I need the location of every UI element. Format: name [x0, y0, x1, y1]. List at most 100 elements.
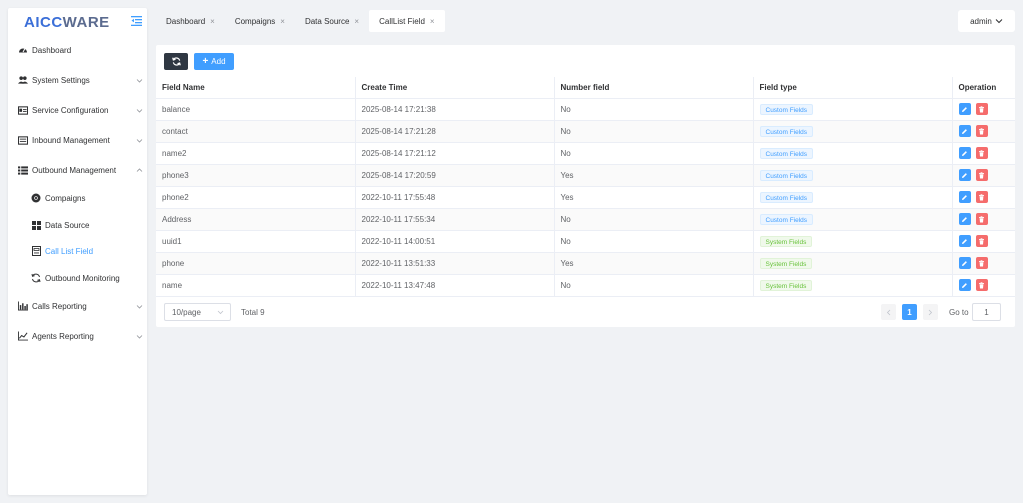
close-icon[interactable]: ×	[430, 17, 435, 26]
sidebar-item-dashboard[interactable]: Dashboard	[8, 40, 147, 60]
create-time-cell: 2022-10-11 13:51:33	[355, 252, 555, 275]
chevron-down-icon	[217, 310, 224, 315]
edit-button[interactable]	[958, 169, 971, 181]
delete-button[interactable]	[975, 169, 988, 181]
trash-icon	[979, 171, 984, 178]
sidebar-item-inbound-management[interactable]: Inbound Management	[8, 130, 147, 150]
edit-button[interactable]	[958, 191, 971, 203]
sidebar-subitem-call-list-field[interactable]: Call List Field	[8, 241, 147, 261]
field-type-cell: Custom Fields	[753, 142, 953, 165]
table-row: contact 2025-08-14 17:21:28 No Custom Field…	[156, 120, 1015, 143]
number-field-cell: No	[554, 98, 754, 121]
prev-page-button[interactable]	[881, 304, 896, 320]
tab-calllist-field[interactable]: CallList Field ×	[369, 10, 445, 32]
list-icon	[18, 165, 28, 175]
sidebar-item-service-configuration[interactable]: Service Configuration	[8, 100, 147, 120]
next-page-button[interactable]	[923, 304, 938, 320]
delete-button[interactable]	[975, 191, 988, 203]
column-header: Field type	[753, 77, 953, 99]
create-time-cell: 2022-10-11 17:55:34	[355, 208, 555, 231]
delete-button[interactable]	[975, 103, 988, 115]
field-name-cell: contact	[156, 120, 356, 143]
sidebar-item-calls-reporting[interactable]: Calls Reporting	[8, 296, 147, 316]
add-button[interactable]: + Add	[194, 53, 234, 70]
trash-icon	[979, 237, 984, 244]
operation-cell	[952, 142, 1015, 165]
user-menu[interactable]: admin	[958, 10, 1015, 32]
sidebar: AICCWARE Dashboard System Settings Servi…	[8, 8, 147, 495]
page-number[interactable]: 1	[902, 304, 917, 320]
edit-button[interactable]	[958, 257, 971, 269]
field-type-cell: Custom Fields	[753, 120, 953, 143]
edit-button[interactable]	[958, 147, 971, 159]
chevron-down-icon	[136, 304, 143, 309]
close-icon[interactable]: ×	[354, 17, 359, 26]
create-time-cell: 2025-08-14 17:20:59	[355, 164, 555, 187]
edit-button[interactable]	[958, 235, 971, 247]
chrome-icon	[31, 193, 41, 203]
operation-cell	[952, 274, 1015, 297]
operation-cell	[952, 120, 1015, 143]
plus-icon: +	[202, 55, 209, 67]
total-count: Total 9	[241, 308, 265, 317]
trash-icon	[979, 259, 984, 266]
delete-button[interactable]	[975, 257, 988, 269]
field-name-cell: name	[156, 274, 356, 297]
field-type-tag: Custom Fields	[759, 213, 814, 225]
operation-cell	[952, 230, 1015, 253]
menu-collapse-icon[interactable]	[131, 16, 142, 26]
edit-button[interactable]	[958, 279, 971, 291]
refresh-button[interactable]	[164, 53, 188, 70]
pencil-icon	[962, 106, 967, 112]
pencil-icon	[962, 282, 967, 288]
pencil-icon	[962, 194, 967, 200]
table-row: phone2 2022-10-11 17:55:48 Yes Custom Field…	[156, 186, 1015, 209]
pencil-icon	[962, 150, 967, 156]
field-name-cell: balance	[156, 98, 356, 121]
field-name-cell: phone	[156, 252, 356, 275]
chevron-down-icon	[136, 78, 143, 83]
field-name-cell: uuid1	[156, 230, 356, 253]
page-size-select[interactable]: 10/page	[164, 303, 231, 321]
delete-button[interactable]	[975, 235, 988, 247]
table-row: balance 2025-08-14 17:21:38 No Custom Field…	[156, 98, 1015, 121]
create-time-cell: 2025-08-14 17:21:28	[355, 120, 555, 143]
close-icon[interactable]: ×	[210, 17, 215, 26]
delete-button[interactable]	[975, 279, 988, 291]
goto-page-input[interactable]	[972, 303, 1001, 321]
main-panel: + Add Field Name Create Time Number field…	[156, 45, 1015, 327]
sidebar-subitem-data-source[interactable]: Data Source	[8, 215, 147, 235]
form-icon	[31, 246, 41, 256]
delete-button[interactable]	[975, 147, 988, 159]
sidebar-item-outbound-management[interactable]: Outbound Management	[8, 160, 147, 180]
tab-data-source[interactable]: Data Source ×	[295, 10, 369, 32]
field-name-cell: name2	[156, 142, 356, 165]
number-field-cell: No	[554, 142, 754, 165]
field-type-cell: Custom Fields	[753, 208, 953, 231]
close-icon[interactable]: ×	[280, 17, 285, 26]
table-row: phone3 2025-08-14 17:20:59 Yes Custom Field…	[156, 164, 1015, 187]
sidebar-subitem-compaigns[interactable]: Compaigns	[8, 188, 147, 208]
chevron-down-icon	[136, 108, 143, 113]
tab-compaigns[interactable]: Compaigns ×	[225, 10, 295, 32]
create-time-cell: 2025-08-14 17:21:38	[355, 98, 555, 121]
delete-button[interactable]	[975, 213, 988, 225]
table-row: Address 2022-10-11 17:55:34 No Custom Field…	[156, 208, 1015, 231]
sidebar-item-agents-reporting[interactable]: Agents Reporting	[8, 326, 147, 346]
trash-icon	[979, 127, 984, 134]
sidebar-item-system-settings[interactable]: System Settings	[8, 70, 147, 90]
field-type-tag: Custom Fields	[759, 169, 814, 181]
field-type-tag: Custom Fields	[759, 147, 814, 159]
username: admin	[970, 16, 992, 26]
delete-button[interactable]	[975, 125, 988, 137]
edit-button[interactable]	[958, 103, 971, 115]
edit-button[interactable]	[958, 213, 971, 225]
edit-button[interactable]	[958, 125, 971, 137]
tab-dashboard[interactable]: Dashboard ×	[156, 10, 225, 32]
sidebar-subitem-outbound-monitoring[interactable]: Outbound Monitoring	[8, 268, 147, 288]
field-name-cell: phone2	[156, 186, 356, 209]
bar-chart-icon	[18, 301, 28, 311]
fields-table: Field Name Create Time Number field Fiel…	[156, 77, 1015, 297]
grid-icon	[31, 220, 41, 230]
create-time-cell: 2022-10-11 14:00:51	[355, 230, 555, 253]
